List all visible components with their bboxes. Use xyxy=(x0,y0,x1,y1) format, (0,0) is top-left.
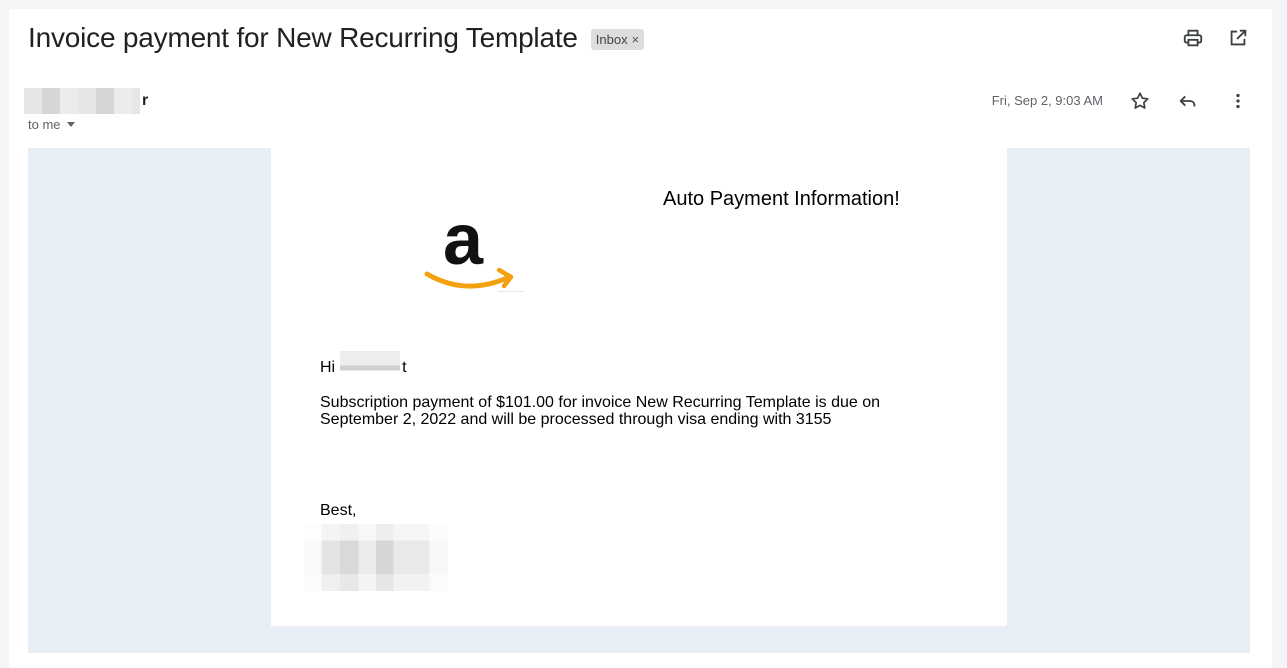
payment-details-text: Subscription payment of $101.00 for invo… xyxy=(320,394,881,428)
amazon-logo: a xyxy=(421,188,521,298)
sender-name[interactable]: r xyxy=(24,87,148,115)
sender-row: r to me Fri, Sep 2, 9:03 AM xyxy=(24,87,1254,135)
email-subject: Invoice payment for New Recurring Templa… xyxy=(28,22,578,53)
open-in-new-window-icon[interactable] xyxy=(1226,26,1250,50)
sender-name-suffix: r xyxy=(142,92,149,109)
logo-divider xyxy=(498,291,524,292)
email-message-card: a Auto Payment Information! Hi t Subscri… xyxy=(271,148,1007,626)
star-icon[interactable] xyxy=(1128,89,1152,113)
greeting-prefix: Hi xyxy=(320,359,336,376)
redacted-signature xyxy=(304,524,448,591)
recipient-details-toggle[interactable]: to me xyxy=(28,117,75,132)
message-title: Auto Payment Information! xyxy=(663,188,900,210)
reply-icon[interactable] xyxy=(1176,89,1200,113)
remove-label-button[interactable]: × xyxy=(632,32,640,47)
recipient-label: to me xyxy=(28,117,61,132)
subject-row: Invoice payment for New Recurring Templa… xyxy=(28,18,645,58)
redacted-sender xyxy=(24,88,140,114)
label-text: Inbox xyxy=(595,31,628,47)
inbox-label-chip[interactable]: Inbox × xyxy=(590,28,645,50)
greeting-suffix: t xyxy=(402,359,407,376)
redacted-recipient-name xyxy=(340,351,401,377)
chevron-down-icon xyxy=(66,122,75,127)
svg-text:a: a xyxy=(443,200,484,280)
more-vertical-icon[interactable] xyxy=(1226,89,1250,113)
signoff-text: Best, xyxy=(320,502,357,519)
email-date: Fri, Sep 2, 9:03 AM xyxy=(991,93,1103,108)
printer-icon[interactable] xyxy=(1181,26,1205,50)
greeting-line: Hi t xyxy=(320,351,407,377)
